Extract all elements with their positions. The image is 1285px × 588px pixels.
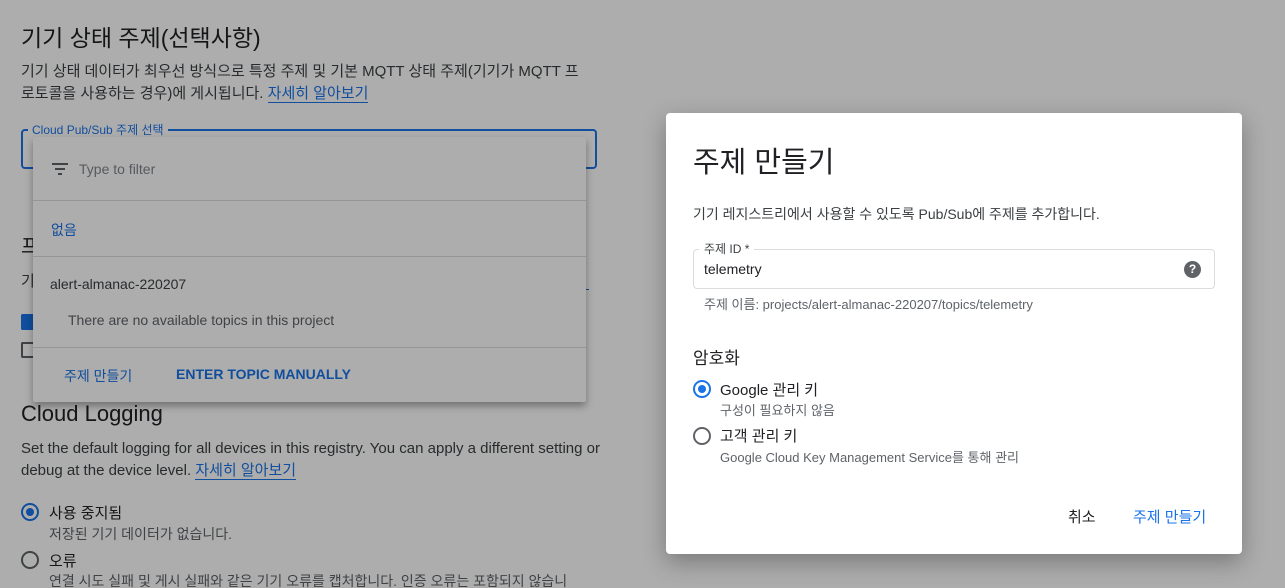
help-icon[interactable]: ? bbox=[1184, 261, 1201, 278]
customer-managed-key-sub: Google Cloud Key Management Service를 통해 … bbox=[720, 450, 1019, 465]
cancel-button[interactable]: 취소 bbox=[1068, 506, 1096, 527]
customer-managed-key-radio[interactable] bbox=[693, 427, 711, 445]
create-topic-submit-button[interactable]: 주제 만들기 bbox=[1133, 506, 1206, 527]
dialog-description: 기기 레지스트리에서 사용할 수 있도록 Pub/Sub에 주제를 추가합니다. bbox=[693, 206, 1100, 222]
topic-id-label: 주제 ID * bbox=[699, 240, 755, 257]
topic-id-input[interactable] bbox=[704, 259, 1164, 279]
dialog-title: 주제 만들기 bbox=[693, 147, 835, 179]
topic-id-field[interactable] bbox=[693, 249, 1215, 289]
topic-name-hint: 주제 이름: projects/alert-almanac-220207/top… bbox=[704, 297, 1033, 312]
create-topic-dialog: 주제 만들기 기기 레지스트리에서 사용할 수 있도록 Pub/Sub에 주제를… bbox=[666, 113, 1242, 554]
customer-managed-key-label: 고객 관리 키 bbox=[720, 428, 798, 445]
google-managed-key-sub: 구성이 필요하지 않음 bbox=[720, 403, 835, 418]
encryption-heading: 암호화 bbox=[693, 349, 740, 368]
google-managed-key-radio[interactable] bbox=[693, 380, 711, 398]
google-managed-key-label: Google 관리 키 bbox=[720, 382, 819, 399]
